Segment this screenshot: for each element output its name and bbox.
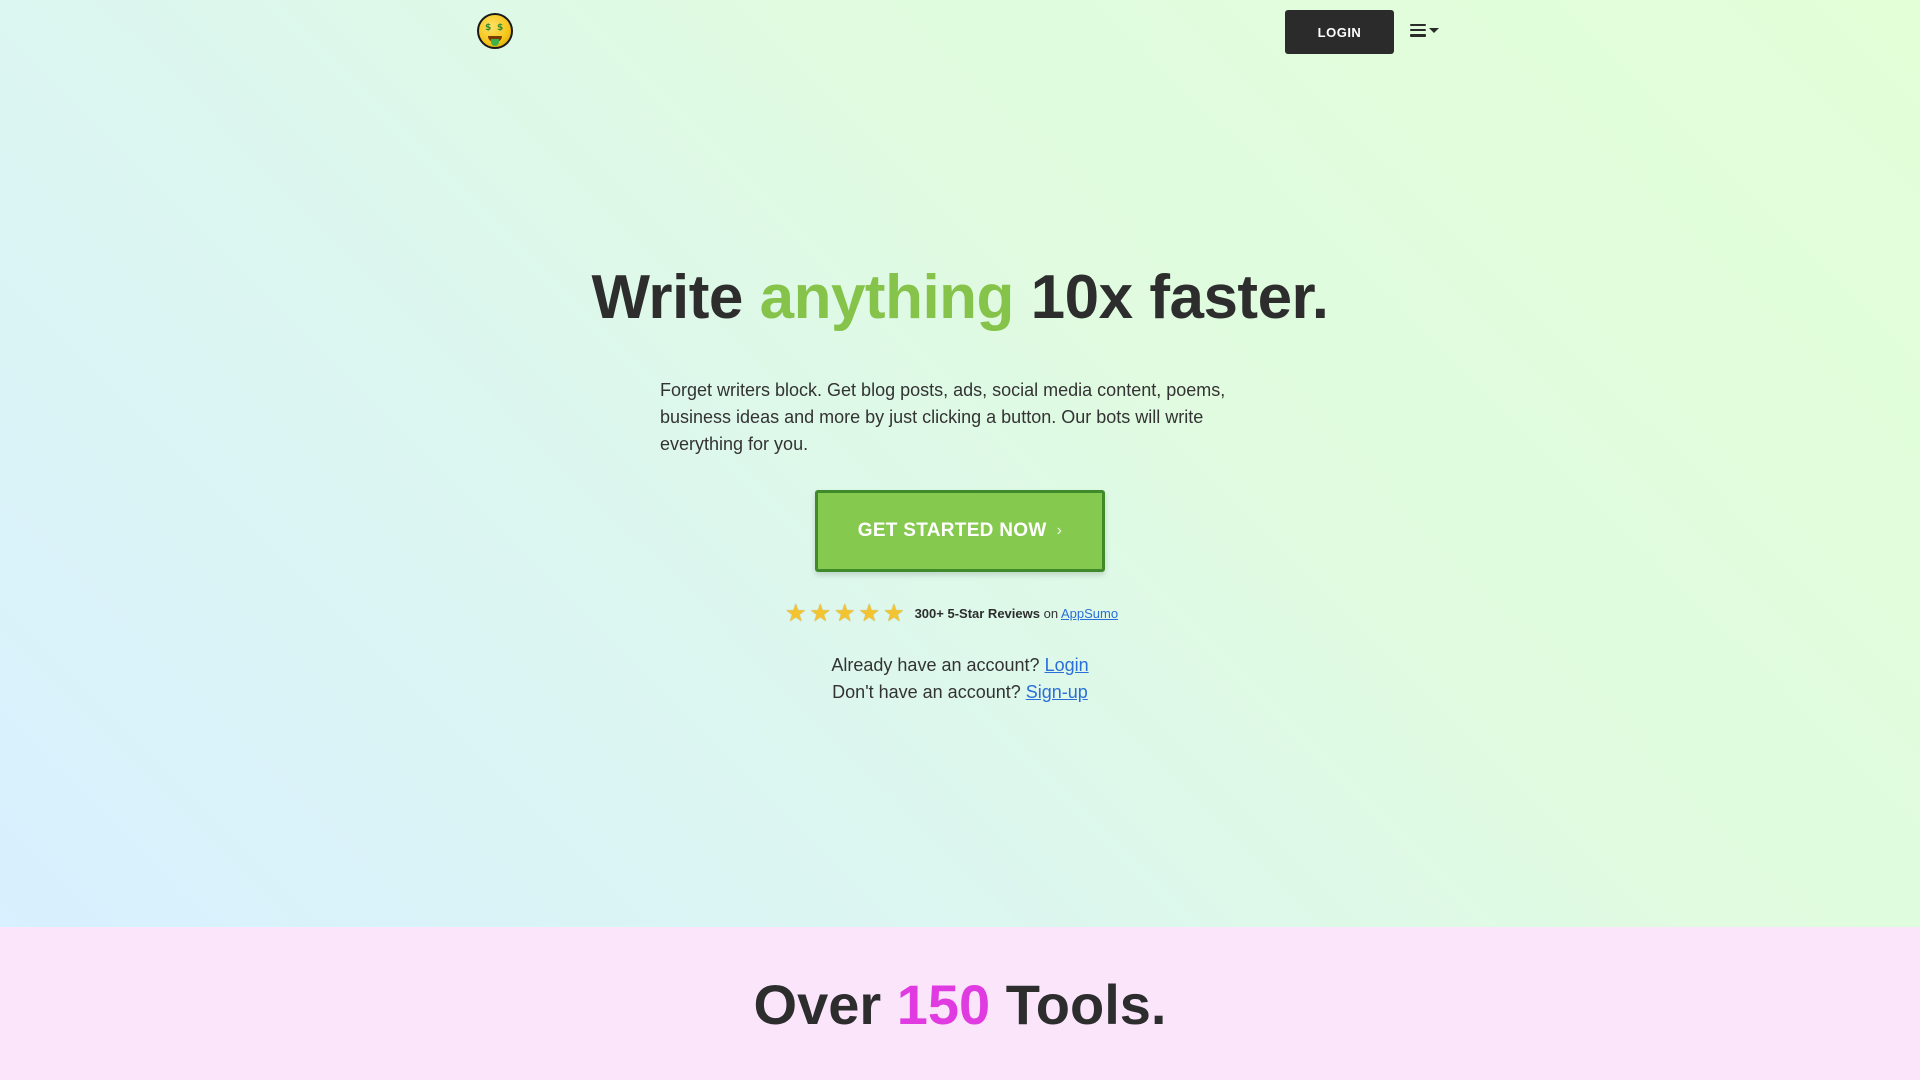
star-icon: ★ <box>858 599 881 627</box>
signup-link[interactable]: Sign-up <box>1026 682 1088 702</box>
star-icon: ★ <box>883 599 905 627</box>
hero-headline: Write anything 10x faster. <box>591 263 1329 332</box>
hamburger-menu-icon[interactable] <box>1410 18 1444 42</box>
get-started-button[interactable]: GET STARTED NOW › <box>815 490 1105 572</box>
login-link[interactable]: Login <box>1045 655 1089 675</box>
tools-highlight: 150 <box>896 973 991 1036</box>
headline-highlight: anything <box>759 263 1015 332</box>
account-prompts: Already have an account? Login Don't hav… <box>0 652 1920 706</box>
appsumo-link[interactable]: AppSumo <box>1061 606 1118 621</box>
caret-down-icon <box>1429 27 1439 33</box>
star-rating: ★ ★ ★ ★ ★ <box>785 601 905 625</box>
reviews-row: ★ ★ ★ ★ ★ 300+ 5-Star Reviews on AppSumo <box>785 599 1119 627</box>
star-icon: ★ <box>809 599 832 627</box>
hero-section <box>0 0 1920 927</box>
tools-title: Over 150 Tools. <box>753 973 1167 1036</box>
reviews-count: 300+ 5-Star Reviews <box>914 605 1040 621</box>
star-icon: ★ <box>785 599 807 627</box>
hero-subtext: Forget writers block. Get blog posts, ad… <box>660 380 1226 454</box>
money-mouth-face-icon[interactable]: $ $ <box>477 13 513 49</box>
signup-prompt-line: Don't have an account? Sign-up <box>832 682 1088 702</box>
login-prompt-line: Already have an account? Login <box>831 655 1089 675</box>
chevron-right-icon: › <box>1056 522 1063 539</box>
star-icon: ★ <box>834 599 856 627</box>
login-button[interactable]: LOGIN <box>1285 10 1394 54</box>
